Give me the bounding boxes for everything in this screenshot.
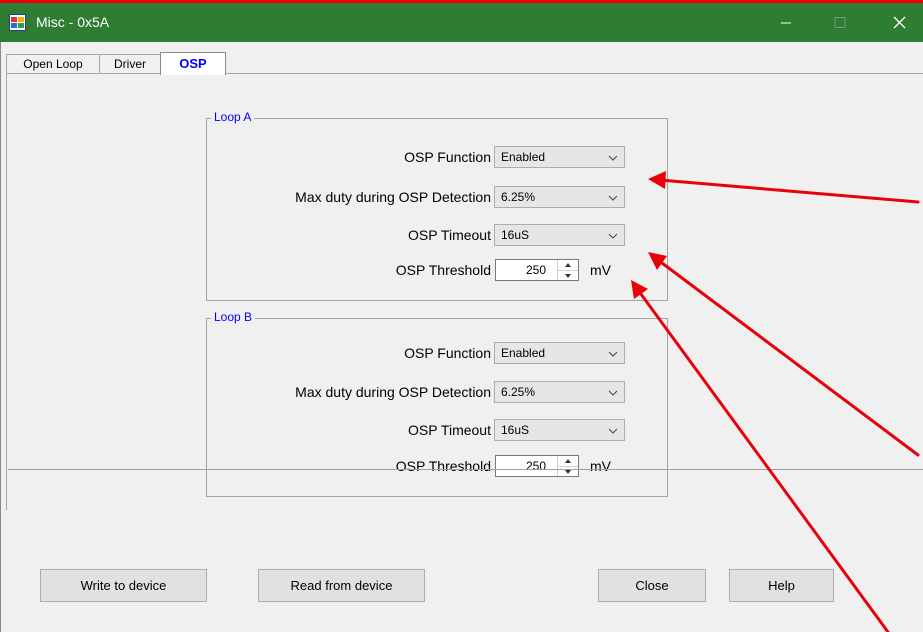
chevron-down-icon — [608, 428, 618, 434]
osp-timeout-value: 16uS — [501, 423, 530, 437]
title-bar[interactable]: Misc - 0x5A — [0, 3, 923, 42]
close-button[interactable]: Close — [598, 569, 706, 602]
osp-timeout-select[interactable]: 16uS — [494, 419, 625, 441]
tab-osp[interactable]: OSP — [160, 52, 226, 75]
loop-a-legend: Loop A — [211, 110, 255, 124]
spin-up-icon — [565, 263, 571, 267]
osp-function-value: Enabled — [501, 150, 546, 164]
osp-timeout-value: 16uS — [501, 228, 530, 242]
max-duty-select[interactable]: 6.25% — [494, 381, 625, 403]
loop-a-group: Loop A OSP Function Enabled Max duty dur… — [206, 110, 668, 301]
app-window-icon — [9, 14, 26, 31]
bottom-divider — [8, 469, 923, 470]
spin-up-down-icon[interactable] — [557, 260, 578, 280]
spin-up-down-icon[interactable] — [557, 456, 578, 476]
maximize-icon — [834, 17, 846, 28]
osp-timeout-label: OSP Timeout — [407, 227, 491, 243]
read-from-device-button[interactable]: Read from device — [258, 569, 425, 602]
max-duty-label: Max duty during OSP Detection — [295, 384, 491, 400]
osp-threshold-value: 250 — [525, 263, 546, 277]
osp-function-label: OSP Function — [404, 149, 491, 165]
minimize-icon — [781, 22, 791, 24]
chevron-down-icon — [608, 390, 618, 396]
osp-threshold-unit: mV — [590, 458, 611, 474]
write-to-device-button[interactable]: Write to device — [40, 569, 207, 602]
chevron-down-icon — [608, 351, 618, 357]
chevron-down-icon — [608, 195, 618, 201]
close-icon — [893, 16, 906, 29]
help-button[interactable]: Help — [729, 569, 834, 602]
osp-threshold-value: 250 — [525, 459, 546, 473]
osp-threshold-label: OSP Threshold — [395, 262, 491, 278]
window-border — [0, 42, 1, 632]
osp-function-select[interactable]: Enabled — [494, 342, 625, 364]
max-duty-label: Max duty during OSP Detection — [295, 189, 491, 205]
spin-down-icon — [558, 270, 578, 278]
osp-function-value: Enabled — [501, 346, 546, 360]
spin-down-icon — [558, 466, 578, 474]
tab-open-loop[interactable]: Open Loop — [6, 54, 100, 74]
close-window-button[interactable] — [877, 3, 923, 42]
osp-threshold-unit: mV — [590, 262, 611, 278]
chevron-down-icon — [608, 155, 618, 161]
osp-threshold-label: OSP Threshold — [395, 458, 491, 474]
osp-threshold-spinner[interactable]: 250 — [495, 455, 579, 477]
osp-timeout-select[interactable]: 16uS — [494, 224, 625, 246]
minimize-button[interactable] — [763, 3, 809, 42]
osp-function-select[interactable]: Enabled — [494, 146, 625, 168]
loop-b-legend: Loop B — [211, 310, 256, 324]
osp-threshold-spinner[interactable]: 250 — [495, 259, 579, 281]
chevron-down-icon — [608, 233, 618, 239]
osp-timeout-label: OSP Timeout — [407, 422, 491, 438]
maximize-button[interactable] — [817, 3, 863, 42]
max-duty-select[interactable]: 6.25% — [494, 186, 625, 208]
max-duty-value: 6.25% — [501, 385, 536, 399]
spin-up-icon — [565, 459, 571, 463]
window-title: Misc - 0x5A — [36, 14, 110, 30]
loop-b-group: Loop B OSP Function Enabled Max duty dur… — [206, 310, 668, 497]
max-duty-value: 6.25% — [501, 190, 536, 204]
osp-function-label: OSP Function — [404, 345, 491, 361]
tab-driver[interactable]: Driver — [99, 54, 161, 74]
